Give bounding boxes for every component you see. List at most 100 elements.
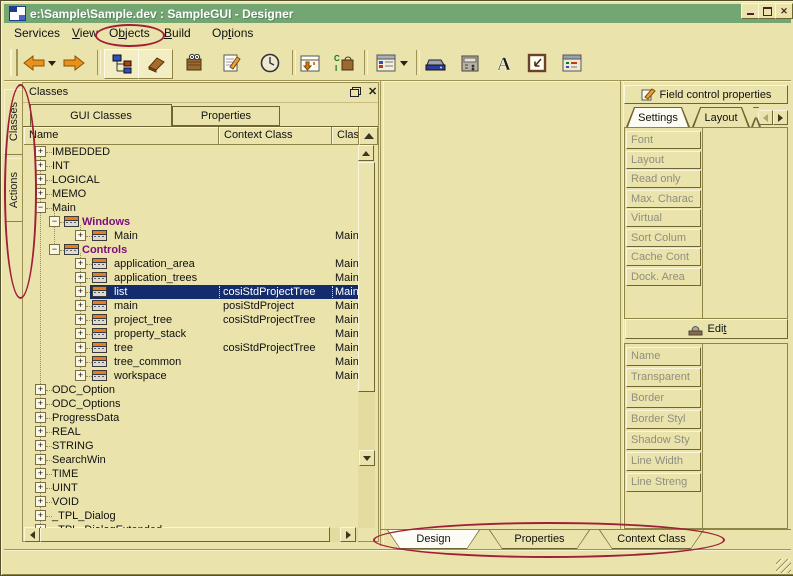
font-icon[interactable]: A — [492, 51, 516, 75]
property-button-cache-cont[interactable]: Cache Cont — [626, 248, 701, 266]
tree-row-main[interactable]: +mainposiStdProjectMain — [24, 299, 358, 313]
vertical-scroll-thumb[interactable] — [358, 162, 375, 392]
tree-row-odc_option[interactable]: +ODC_Option — [24, 383, 358, 397]
tree-row-void[interactable]: +VOID — [24, 495, 358, 509]
property-button-shadow-sty[interactable]: Shadow Sty — [626, 431, 701, 450]
column-header-class[interactable]: Class — [332, 127, 359, 145]
expand-icon[interactable]: + — [75, 342, 86, 353]
expand-icon[interactable]: + — [35, 160, 46, 171]
classes-tab-properties[interactable]: Properties — [172, 106, 280, 126]
property-button-layout[interactable]: Layout — [626, 151, 701, 169]
side-tab-actions[interactable]: Actions — [4, 158, 24, 222]
expand-icon[interactable]: + — [35, 468, 46, 479]
form-list-icon[interactable] — [374, 51, 398, 75]
clock-icon[interactable] — [258, 51, 282, 75]
tree-row-controls[interactable]: −Controls — [24, 243, 358, 257]
expand-icon[interactable]: + — [75, 272, 86, 283]
title-bar[interactable]: e:\Sample\Sample.dev : SampleGUI - Desig… — [4, 4, 791, 23]
tree-row-memo[interactable]: +MEMO — [24, 187, 358, 201]
expand-icon[interactable]: + — [35, 174, 46, 185]
tree-row-property_stack[interactable]: +property_stackMain — [24, 327, 358, 341]
back-arrow-icon[interactable] — [22, 51, 46, 75]
dialog-window-icon[interactable] — [560, 51, 584, 75]
maximize-button[interactable] — [758, 3, 776, 19]
property-button-max-charac[interactable]: Max. Charac — [626, 190, 701, 208]
tab-partial[interactable] — [751, 107, 761, 127]
tree-row-list[interactable]: +listcosiStdProjectTreeMain — [24, 285, 358, 299]
column-header-name[interactable]: Name — [24, 127, 219, 145]
tree-row-logical[interactable]: +LOGICAL — [24, 173, 358, 187]
expand-icon[interactable]: + — [75, 328, 86, 339]
tree-row-tree_common[interactable]: +tree_commonMain — [24, 355, 358, 369]
minimize-button[interactable] — [741, 3, 759, 19]
expand-icon[interactable]: + — [75, 370, 86, 381]
property-button-virtual[interactable]: Virtual — [626, 209, 701, 227]
tab-scroll-right-button[interactable] — [773, 110, 788, 125]
property-button-border[interactable]: Border — [626, 389, 701, 408]
calendar-icon[interactable] — [298, 51, 322, 75]
image-icon[interactable] — [525, 51, 549, 75]
tree-row-progressdata[interactable]: +ProgressData — [24, 411, 358, 425]
expand-icon[interactable]: + — [35, 384, 46, 395]
expand-icon[interactable]: + — [35, 398, 46, 409]
expand-icon[interactable]: + — [35, 454, 46, 465]
property-button-line-streng[interactable]: Line Streng — [626, 473, 701, 492]
printer-icon[interactable] — [424, 51, 448, 75]
property-button-transparent[interactable]: Transparent — [626, 368, 701, 387]
forward-arrow-icon[interactable] — [62, 51, 86, 75]
edit-document-icon[interactable] — [220, 51, 244, 75]
property-button-border-styl[interactable]: Border Styl — [626, 410, 701, 429]
tree-row-project_tree[interactable]: +project_treecosiStdProjectTreeMain — [24, 313, 358, 327]
expand-icon[interactable]: + — [75, 356, 86, 367]
menu-item-view[interactable]: View — [72, 26, 98, 40]
eraser-button[interactable] — [138, 49, 173, 79]
expand-icon[interactable]: + — [35, 146, 46, 157]
expand-icon[interactable]: + — [35, 412, 46, 423]
bottom-tab-context-class[interactable]: Context Class — [599, 530, 704, 549]
collapse-icon[interactable]: − — [35, 202, 46, 213]
expand-icon[interactable]: + — [75, 286, 86, 297]
tree-row-real[interactable]: +REAL — [24, 425, 358, 439]
form-dropdown-icon[interactable] — [398, 51, 410, 75]
expand-icon[interactable]: + — [75, 314, 86, 325]
tree-row-_tpl_dialog[interactable]: +_TPL_Dialog — [24, 509, 358, 523]
tree-row-searchwin[interactable]: +SearchWin — [24, 453, 358, 467]
edit-button[interactable]: Edit — [625, 319, 788, 339]
collapse-icon[interactable]: − — [49, 216, 60, 227]
side-tab-classes[interactable]: Classes — [4, 89, 24, 155]
expand-icon[interactable]: + — [35, 482, 46, 493]
close-panel-icon[interactable]: ✕ — [368, 85, 377, 98]
expand-icon[interactable]: + — [35, 426, 46, 437]
expand-icon[interactable]: + — [75, 230, 86, 241]
splitter[interactable] — [380, 81, 384, 546]
property-button-sort-colum[interactable]: Sort Colum — [626, 229, 701, 247]
class-hierarchy-button[interactable] — [104, 49, 139, 79]
expand-icon[interactable]: + — [35, 496, 46, 507]
menu-item-services[interactable]: Services — [14, 26, 60, 40]
horizontal-scroll-thumb[interactable] — [40, 527, 330, 542]
expand-icon[interactable]: + — [75, 300, 86, 311]
property-button-dock-area[interactable]: Dock. Area — [626, 268, 701, 286]
tree-row-string[interactable]: +STRING — [24, 439, 358, 453]
menu-item-objects[interactable]: Objects — [109, 26, 150, 40]
history-dropdown-icon[interactable] — [46, 51, 58, 75]
close-button[interactable]: ✕ — [775, 3, 793, 19]
toolbar-grip[interactable] — [10, 49, 18, 76]
field-properties-header-button[interactable]: Field control properties — [624, 85, 788, 104]
book-icon[interactable] — [182, 51, 206, 75]
collapse-icon[interactable]: − — [49, 244, 60, 255]
sort-ascending-button[interactable] — [359, 127, 378, 145]
tree-row-imbedded[interactable]: +IMBEDDED — [24, 145, 358, 159]
classes-tab-gui-classes[interactable]: GUI Classes — [30, 104, 172, 127]
tree-row-windows[interactable]: −Windows — [24, 215, 358, 229]
tree-row-main[interactable]: +MainMain — [24, 229, 358, 243]
class-import-icon[interactable]: CI — [332, 51, 356, 75]
property-button-font[interactable]: Font — [626, 131, 701, 149]
property-button-read-only[interactable]: Read only — [626, 170, 701, 188]
scroll-down-button[interactable] — [359, 450, 375, 466]
expand-icon[interactable]: + — [35, 524, 46, 528]
properties-tab-settings[interactable]: Settings — [626, 107, 690, 127]
tree-row-time[interactable]: +TIME — [24, 467, 358, 481]
expand-icon[interactable]: + — [35, 188, 46, 199]
properties-tab-layout[interactable]: Layout — [692, 107, 750, 127]
